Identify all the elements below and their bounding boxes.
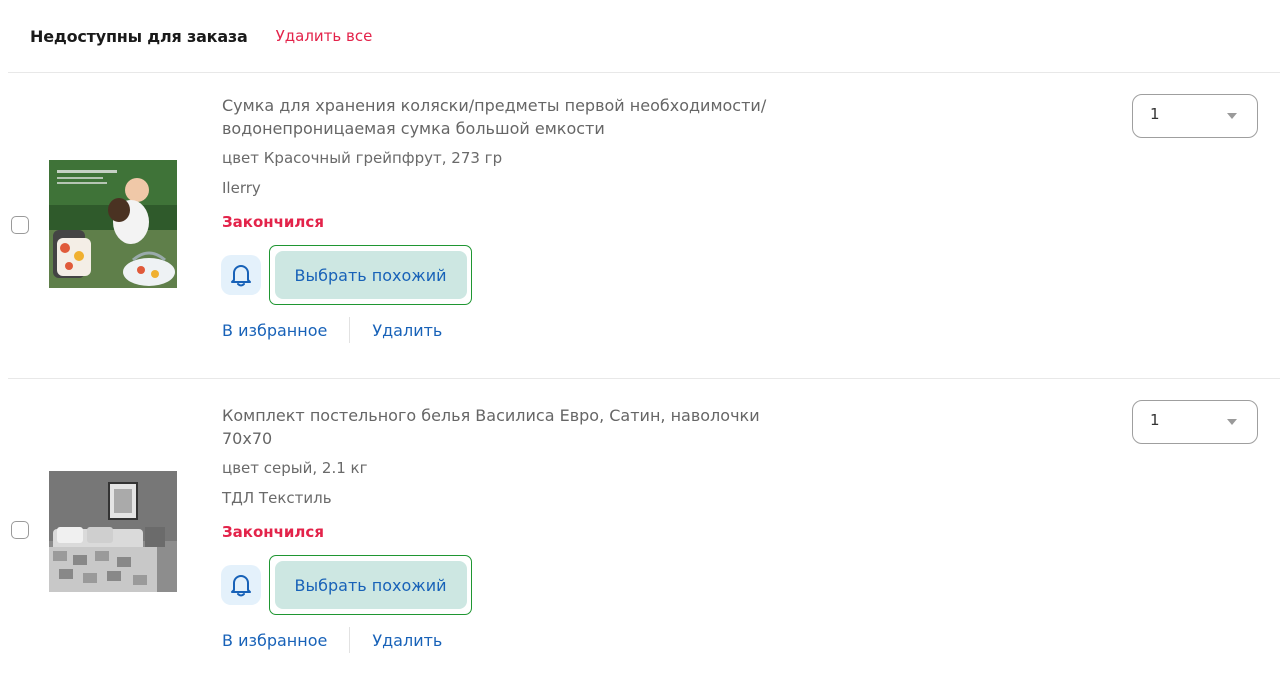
product-brand: Ilerry [222, 179, 261, 197]
notify-button[interactable] [221, 565, 261, 605]
item-links: В избранное Удалить [222, 627, 822, 653]
item-actions: Выбрать похожий [221, 245, 822, 305]
add-to-favorites-link[interactable]: В избранное [222, 631, 327, 650]
quantity-value: 1 [1150, 105, 1160, 123]
bell-icon [231, 265, 251, 287]
delete-item-link[interactable]: Удалить [372, 631, 442, 650]
item-actions: Выбрать похожий [221, 555, 822, 615]
delete-all-link[interactable]: Удалить все [276, 27, 373, 45]
out-of-stock-label: Закончился [222, 213, 324, 231]
chevron-down-icon [1227, 113, 1237, 119]
add-to-favorites-link[interactable]: В избранное [222, 321, 327, 340]
section-title: Недоступны для заказа [30, 26, 248, 46]
item-checkbox[interactable] [11, 216, 29, 234]
bell-icon [231, 575, 251, 597]
quantity-select[interactable]: 1 [1132, 94, 1258, 138]
item-links: В избранное Удалить [222, 317, 822, 343]
product-image-bedding[interactable] [49, 471, 177, 592]
product-meta: цвет серый, 2.1 кг [222, 459, 368, 477]
similar-highlight: Выбрать похожий [269, 555, 472, 615]
quantity-select[interactable]: 1 [1132, 400, 1258, 444]
product-brand: ТДЛ Текстиль [222, 489, 332, 507]
choose-similar-button[interactable]: Выбрать похожий [274, 251, 467, 299]
notify-button[interactable] [221, 255, 261, 295]
choose-similar-button[interactable]: Выбрать похожий [274, 561, 467, 609]
section-header: Недоступны для заказа Удалить все [30, 22, 372, 50]
product-title[interactable]: Сумка для хранения коляски/предметы перв… [222, 94, 802, 140]
similar-highlight: Выбрать похожий [269, 245, 472, 305]
cart-unavailable-section: Недоступны для заказа Удалить все Сумка … [0, 0, 1280, 688]
product-image-bag[interactable] [49, 160, 177, 288]
item-info: Сумка для хранения коляски/предметы перв… [221, 94, 822, 343]
item-info: Комплект постельного белья Василиса Евро… [221, 404, 822, 653]
item-checkbox[interactable] [11, 521, 29, 539]
chevron-down-icon [1227, 419, 1237, 425]
quantity-value: 1 [1150, 411, 1160, 429]
product-meta: цвет Красочный грейпфрут, 273 гр [222, 149, 503, 167]
cart-item: Комплект постельного белья Василиса Евро… [0, 378, 1280, 684]
delete-item-link[interactable]: Удалить [372, 321, 442, 340]
cart-item: Сумка для хранения коляски/предметы перв… [0, 72, 1280, 378]
product-title[interactable]: Комплект постельного белья Василиса Евро… [222, 404, 802, 450]
link-separator [349, 627, 351, 653]
out-of-stock-label: Закончился [222, 523, 324, 541]
link-separator [349, 317, 351, 343]
